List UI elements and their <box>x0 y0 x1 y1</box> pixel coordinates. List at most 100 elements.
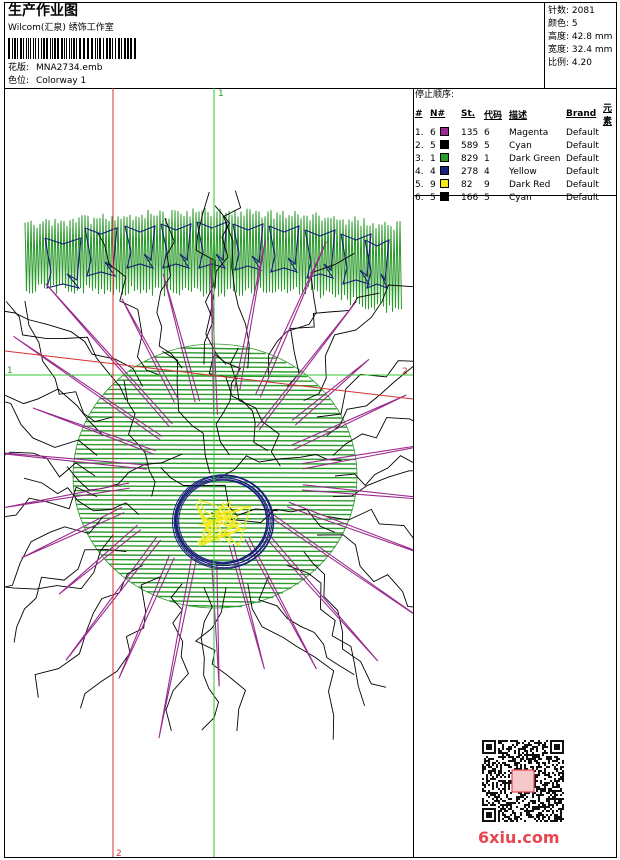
qr-module <box>496 776 498 778</box>
qr-module <box>488 790 490 792</box>
qr-module <box>538 788 540 790</box>
qr-module <box>540 794 542 796</box>
qr-module <box>556 794 558 796</box>
needle-number: 5 <box>430 141 436 151</box>
qr-module <box>532 756 534 758</box>
qr-module <box>488 766 490 768</box>
qr-module <box>530 758 532 760</box>
qr-module <box>548 774 550 776</box>
qr-module <box>536 760 538 762</box>
qr-module <box>546 798 548 800</box>
qr-module <box>520 814 522 816</box>
qr-module <box>532 740 534 742</box>
qr-module <box>552 760 554 762</box>
qr-module <box>516 740 518 742</box>
row-description: Cyan <box>509 193 532 203</box>
qr-module <box>502 814 504 816</box>
qr-module <box>500 766 502 768</box>
color-swatch <box>440 140 449 149</box>
qr-module <box>496 798 498 800</box>
qr-module <box>560 788 562 790</box>
qr-module <box>538 758 540 760</box>
qr-module <box>526 756 528 758</box>
navy-center-circle <box>172 474 275 570</box>
stop-sequence-table: # N# St. 代码 描述 Brand 元素 1. 6 135 6 Magenta De… <box>414 101 618 205</box>
barcode-bar <box>23 38 24 59</box>
qr-module <box>530 740 532 742</box>
qr-module <box>556 770 558 772</box>
qr-module <box>532 810 534 812</box>
satin-stitch <box>73 480 357 484</box>
satin-stitch <box>138 586 292 589</box>
qr-module <box>486 794 488 796</box>
col-index: # <box>415 109 423 119</box>
qr-module <box>552 764 554 766</box>
qr-module <box>556 790 558 792</box>
row-code: 5 <box>484 193 490 203</box>
qr-module <box>530 814 532 816</box>
satin-stitch <box>117 379 313 382</box>
qr-module <box>488 758 490 760</box>
qr-module <box>562 818 564 820</box>
qr-module <box>500 768 502 770</box>
qr-module <box>488 764 490 766</box>
qr-module <box>542 746 544 748</box>
qr-module <box>488 760 490 762</box>
satin-stitch <box>83 425 347 428</box>
qr-module <box>488 772 490 774</box>
qr-module <box>486 756 488 758</box>
qr-module <box>562 766 564 768</box>
row-stitches: 166 <box>461 193 479 203</box>
qr-module <box>530 810 532 812</box>
qr-module <box>532 748 534 750</box>
qr-module <box>556 816 558 818</box>
qr-module <box>560 798 562 800</box>
qr-module <box>500 810 502 812</box>
qr-module <box>498 748 500 750</box>
qr-module <box>542 818 544 820</box>
color-count-value: 5 <box>571 19 578 29</box>
qr-module <box>546 820 548 822</box>
qr-module <box>554 802 556 804</box>
qr-module <box>492 758 494 760</box>
qr-module <box>538 818 540 820</box>
qr-module <box>526 812 528 814</box>
qr-module <box>546 774 548 776</box>
qr-module <box>498 802 500 804</box>
col-brand: Brand <box>566 109 597 119</box>
qr-module <box>540 782 542 784</box>
qr-module <box>562 772 564 774</box>
qr-module <box>544 752 546 754</box>
qr-module <box>536 808 538 810</box>
qr-module <box>514 818 516 820</box>
qr-module <box>484 790 486 792</box>
qr-module <box>512 758 514 760</box>
qr-module <box>512 744 514 746</box>
qr-module <box>524 764 526 766</box>
qr-module <box>482 782 484 784</box>
qr-module <box>556 814 558 816</box>
qr-module <box>498 756 500 758</box>
row-code: 4 <box>484 167 490 177</box>
barcode-bar <box>115 38 116 59</box>
qr-module <box>532 806 534 808</box>
qr-module <box>558 780 560 782</box>
qr-module <box>528 744 530 746</box>
qr-module <box>504 808 506 810</box>
qr-module <box>518 742 520 744</box>
qr-module <box>512 810 514 812</box>
satin-stitch <box>81 430 349 433</box>
qr-module <box>484 766 486 768</box>
qr-module <box>558 774 560 776</box>
qr-module <box>518 816 520 818</box>
qr-module <box>516 820 518 822</box>
barcode-bar <box>130 38 132 59</box>
qr-module <box>506 820 508 822</box>
qr-module <box>542 816 544 818</box>
qr-module <box>506 782 508 784</box>
qr-module <box>520 808 522 810</box>
qr-module <box>502 780 504 782</box>
qr-module <box>496 764 498 766</box>
qr-module <box>512 812 514 814</box>
qr-module <box>518 748 520 750</box>
